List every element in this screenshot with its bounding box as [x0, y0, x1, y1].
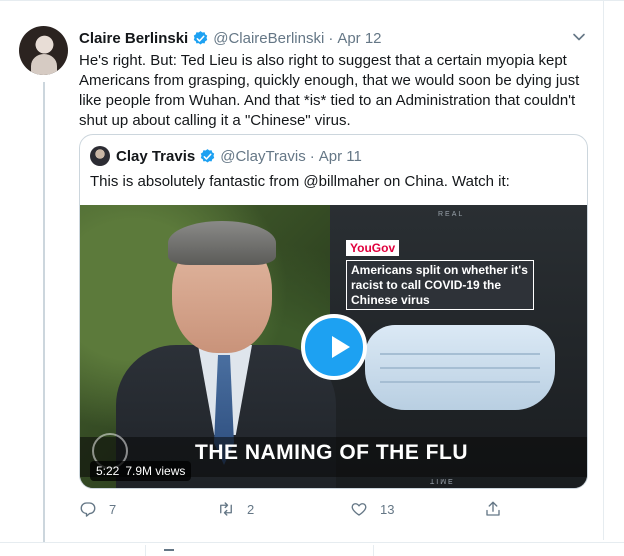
like-count: 13 — [380, 501, 395, 517]
presenter-hair — [168, 221, 276, 265]
share-icon — [486, 501, 500, 516]
bottom-divider — [145, 545, 146, 556]
chevron-down-icon[interactable] — [572, 30, 586, 44]
author-avatar[interactable] — [19, 26, 68, 75]
mirrored-watermark: TIME — [430, 477, 455, 484]
top-divider — [0, 0, 624, 1]
retweet-icon — [220, 502, 232, 516]
thread-line — [43, 82, 45, 542]
quoted-author-name[interactable]: Clay Travis — [116, 148, 195, 165]
column-border — [603, 0, 604, 540]
mask-pleat — [380, 381, 540, 383]
author-handle[interactable]: @ClaireBerlinski — [213, 30, 324, 47]
quoted-tweet-date[interactable]: Apr 11 — [319, 148, 362, 165]
retweet-count: 2 — [247, 501, 255, 517]
mask-pleat — [380, 353, 540, 355]
quoted-author-handle[interactable]: @ClayTravis — [220, 148, 306, 165]
mask-pleat — [380, 367, 540, 369]
quoted-tweet-text: This is absolutely fantastic from @billm… — [90, 173, 510, 190]
video-duration: 5:22 — [96, 464, 120, 478]
reply-button[interactable]: 7 — [79, 498, 116, 520]
show-watermark: REAL — [438, 211, 465, 218]
separator-dot: · — [309, 147, 315, 165]
yougov-logo: YouGov — [346, 240, 400, 256]
author-name[interactable]: Claire Berlinski — [79, 30, 188, 47]
verified-badge-icon — [193, 30, 208, 45]
heart-icon — [351, 503, 367, 516]
next-item-bar — [0, 542, 624, 556]
reply-icon — [80, 502, 96, 517]
tweet-text: He's right. But: Ted Lieu is also right … — [79, 52, 580, 129]
video-player[interactable]: REAL YouGov Americans split on whether i… — [80, 205, 587, 488]
video-stats-badge: 5:22 7.9M views — [90, 461, 192, 481]
play-icon — [332, 336, 350, 358]
separator-dot: · — [328, 29, 334, 47]
quoted-tweet-header: Clay Travis @ClayTravis · Apr 11 — [116, 146, 362, 166]
video-views: 7.9M views — [125, 464, 186, 478]
tweet[interactable]: Claire Berlinski @ClaireBerlinski · Apr … — [0, 14, 603, 542]
reply-count: 7 — [109, 501, 117, 517]
play-button[interactable] — [301, 314, 367, 380]
quoted-tweet[interactable]: Clay Travis @ClayTravis · Apr 11 This is… — [79, 134, 588, 489]
like-button[interactable]: 13 — [350, 498, 394, 520]
tweet-date[interactable]: Apr 12 — [337, 30, 381, 47]
bottom-icon — [164, 549, 174, 555]
poll-headline: Americans split on whether it's racist t… — [346, 260, 534, 310]
verified-badge-icon — [200, 148, 215, 163]
share-button[interactable] — [484, 498, 514, 520]
tweet-header: Claire Berlinski @ClaireBerlinski · Apr … — [79, 28, 382, 48]
bottom-divider — [373, 545, 374, 556]
quoted-author-avatar[interactable] — [90, 146, 110, 166]
retweet-button[interactable]: 2 — [217, 498, 254, 520]
tweet-actions: 7 2 13 — [79, 498, 519, 520]
video-caption: THE NAMING OF THE FLU — [195, 441, 468, 464]
